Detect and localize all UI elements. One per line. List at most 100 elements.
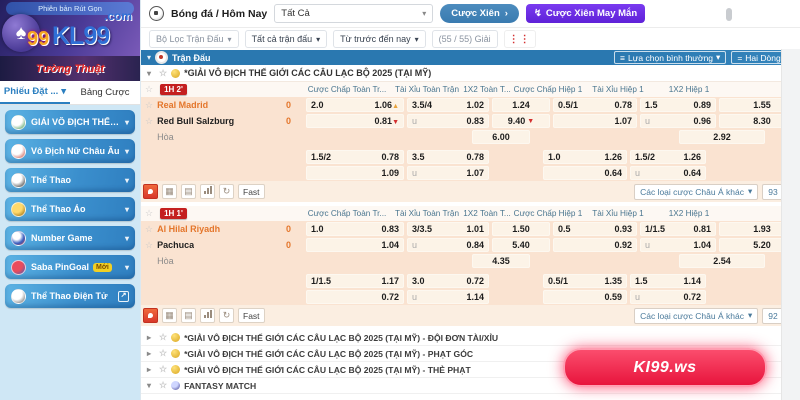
odds-cell[interactable]: 1.24 <box>492 98 550 112</box>
odds-cell[interactable]: 2.92 <box>679 130 765 144</box>
sidebar-item-virtual-sports[interactable]: Thể Thao Ảo▾ <box>5 197 135 221</box>
odds-cell[interactable]: 9.40▼ <box>492 114 550 128</box>
league-title: FANTASY MATCH <box>184 381 256 391</box>
odds-cell[interactable]: 3.50.78 <box>407 150 489 164</box>
match-filter-select[interactable]: Tất Cả▾ <box>274 4 433 23</box>
favorite-star-icon[interactable]: ☆ <box>145 100 153 111</box>
odds-cell[interactable]: 0.64 <box>543 166 627 180</box>
parlay-button[interactable]: Cược Xiên› <box>440 4 519 23</box>
odds-cell[interactable]: 6.00 <box>472 130 530 144</box>
refresh-icon[interactable]: ↻ <box>219 184 234 199</box>
favorite-star-icon[interactable]: ☆ <box>159 348 167 359</box>
sidebar-item-club-world-cup[interactable]: GIẢI VÔ ĐỊCH THẾ GIỚI C...▾ <box>5 110 135 134</box>
favorite-star-icon[interactable]: ☆ <box>145 224 153 235</box>
odds-cell[interactable]: 5.40 <box>492 238 550 252</box>
bet-grid-icon[interactable]: ▦ <box>162 308 177 323</box>
chevron-right-icon[interactable]: ▸ <box>147 349 155 358</box>
odds-cell[interactable]: 1.04 <box>306 238 404 252</box>
odds-cell[interactable]: 0.5/11.35 <box>543 274 627 288</box>
sidebar-item-saba-pingoal[interactable]: Saba PinGoalMới▾ <box>5 255 135 279</box>
odds-cell[interactable]: 2.01.06▲ <box>306 98 404 112</box>
odds-cell[interactable]: 0.72 <box>306 290 404 304</box>
tab-bet-board[interactable]: Bảng Cược <box>70 81 140 104</box>
more-asian-bets-dropdown[interactable]: Các loại cược Châu Á khác▾ <box>634 308 758 324</box>
favorite-star-icon[interactable]: ☆ <box>159 380 167 391</box>
favorite-star-icon[interactable]: ☆ <box>159 68 167 79</box>
odds-cell[interactable]: 1.50.89 <box>640 98 716 112</box>
odds-cell[interactable]: 1.50 <box>492 222 550 236</box>
odds-cell[interactable]: 3.00.72 <box>407 274 489 288</box>
sidebar-item-sports[interactable]: Thể Thao▾ <box>5 168 135 192</box>
sidebar-item-number-game[interactable]: Number Game▾ <box>5 226 135 250</box>
brand-logo[interactable]: Phiên bản Rút Gọn ♠ 99 KL99 .com <box>0 0 140 56</box>
team-score: 0 <box>286 240 291 250</box>
stats-icon[interactable] <box>200 308 215 323</box>
stream-banner[interactable]: Tường Thuật <box>0 56 140 81</box>
chevron-right-icon[interactable]: ▸ <box>147 365 155 374</box>
odds-cell[interactable]: u0.84 <box>407 238 489 252</box>
list-view-icon[interactable]: ▤ <box>181 184 196 199</box>
odds-cell[interactable]: 2.54 <box>679 254 765 268</box>
odds-cell[interactable]: u0.83 <box>407 114 489 128</box>
odds-filter-icon[interactable]: ⋮⋮ <box>504 30 536 48</box>
list-view-icon[interactable]: ▤ <box>181 308 196 323</box>
odds-cell[interactable]: 1.5/20.78 <box>306 150 404 164</box>
favorite-star-icon[interactable]: ☆ <box>159 332 167 343</box>
league-header[interactable]: ▾ ☆ *GIẢI VÔ ĐỊCH THẾ GIỚI CÁC CÂU LẠC B… <box>141 65 800 82</box>
league-row-team-totals[interactable]: ▸ ☆ *GIẢI VÔ ĐỊCH THẾ GIỚI CÁC CÂU LẠC B… <box>141 330 800 346</box>
odds-cell[interactable]: u0.96 <box>640 114 716 128</box>
hot-bets-icon[interactable] <box>143 308 158 323</box>
odds-cell[interactable]: 3/3.51.01 <box>407 222 489 236</box>
refresh-icon[interactable]: ↻ <box>219 308 234 323</box>
odds-cell[interactable]: u1.07 <box>407 166 489 180</box>
odds-cell[interactable]: 1.09 <box>306 166 404 180</box>
odds-cell[interactable]: u1.04 <box>640 238 716 252</box>
sidebar-item-womens-euro[interactable]: Vô Địch Nữ Châu Âu▾ <box>5 139 135 163</box>
league-count-chip[interactable]: (55 / 55) Giải <box>432 30 498 48</box>
hot-bets-icon[interactable] <box>143 184 158 199</box>
filter-matches-dropdown[interactable]: Bộ Lọc Trận Đấu▾ <box>149 30 239 48</box>
fast-markets-button[interactable]: Fast <box>238 184 265 199</box>
chevron-down-icon: ▾ <box>121 118 129 127</box>
odds-cell[interactable]: 0.92 <box>553 238 637 252</box>
all-matches-dropdown[interactable]: Tất cả trận đấu▾ <box>245 30 328 48</box>
odds-cell[interactable]: 1/1.50.81 <box>640 222 716 236</box>
favorite-star-icon[interactable]: ☆ <box>145 116 153 127</box>
collapse-icon[interactable]: ▾ <box>147 69 155 78</box>
odds-cell[interactable]: 3.5/41.02 <box>407 98 489 112</box>
odds-cell[interactable]: 0.81▼ <box>306 114 404 128</box>
lucky-parlay-button[interactable]: ↯Cược Xiên May Mắn <box>526 4 645 23</box>
collapse-icon[interactable]: ▾ <box>147 53 151 62</box>
odds-cell[interactable]: 1/1.51.17 <box>306 274 404 288</box>
odds-cell[interactable]: 1.51.14 <box>630 274 706 288</box>
stats-icon[interactable] <box>200 184 215 199</box>
live-time-badge: 1H 2' <box>160 84 187 95</box>
odds-cell[interactable]: u0.72 <box>630 290 706 304</box>
normal-selection-dropdown[interactable]: ≡Lựa chọn bình thường▾ <box>614 51 726 64</box>
odds-cell[interactable]: 1.07 <box>553 114 637 128</box>
favorite-star-icon[interactable]: ☆ <box>145 240 153 251</box>
odds-cell[interactable]: 0.50.93 <box>553 222 637 236</box>
fast-markets-button[interactable]: Fast <box>238 308 265 323</box>
match-header: ☆1H 2' Cược Chấp Toàn Tr... Tài Xỉu Toàn… <box>141 82 800 97</box>
odds-cell[interactable]: 1.5/21.26 <box>630 150 706 164</box>
sidebar-item-esports[interactable]: Thể Thao Điện Tử↗ <box>5 284 135 308</box>
favorite-star-icon[interactable]: ☆ <box>145 208 153 219</box>
time-range-dropdown[interactable]: Từ trước đến nay▾ <box>333 30 426 48</box>
more-asian-bets-dropdown[interactable]: Các loại cược Châu Á khác▾ <box>634 184 758 200</box>
odds-cell[interactable]: 1.01.26 <box>543 150 627 164</box>
odds-cell[interactable]: 0.5/10.78 <box>553 98 637 112</box>
favorite-star-icon[interactable]: ☆ <box>159 364 167 375</box>
scrollbar-thumb[interactable] <box>726 8 732 21</box>
chevron-down-icon[interactable]: ▾ <box>147 381 155 390</box>
col-header-1x2-ft: 1X2 Toàn T... <box>463 85 511 94</box>
odds-cell[interactable]: 0.59 <box>543 290 627 304</box>
odds-cell[interactable]: u1.14 <box>407 290 489 304</box>
tab-bet-slip[interactable]: Phiếu Đặt ...▾ <box>0 81 70 104</box>
odds-cell[interactable]: u0.64 <box>630 166 706 180</box>
chevron-right-icon[interactable]: ▸ <box>147 333 155 342</box>
odds-cell[interactable]: 4.35 <box>472 254 530 268</box>
odds-cell[interactable]: 1.00.83 <box>306 222 404 236</box>
favorite-star-icon[interactable]: ☆ <box>145 84 153 95</box>
bet-grid-icon[interactable]: ▦ <box>162 184 177 199</box>
